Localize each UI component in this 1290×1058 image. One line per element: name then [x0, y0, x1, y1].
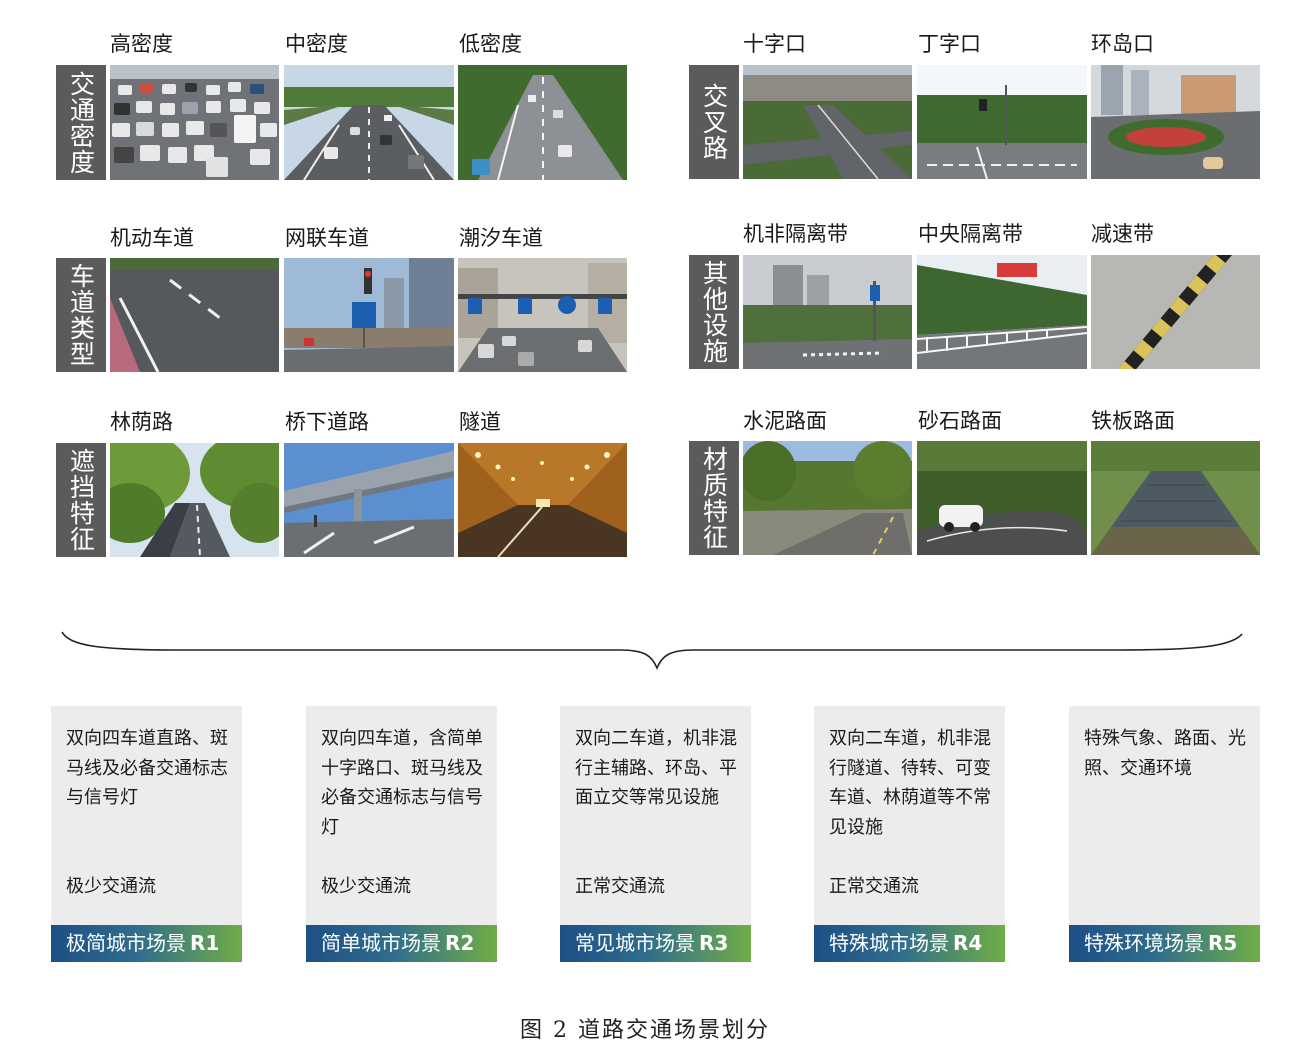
scenario-name: 特殊环境场景 [1084, 931, 1204, 955]
caption-concrete-surface: 水泥路面 [743, 409, 827, 433]
photo-tree-lined-road [110, 443, 279, 557]
scenario-name: 极简城市场景 [66, 931, 186, 955]
caption-motor-lane: 机动车道 [110, 226, 194, 250]
photo-concrete-surface [743, 441, 912, 555]
scenario-card-r4: 双向二车道，机非混行隧道、待转、可变车道、林荫道等不常见设施 正常交通流 特殊城… [814, 706, 1005, 962]
scenario-description: 双向四车道，含简单十字路口、斑马线及必备交通标志与信号灯 [321, 728, 483, 838]
photo-crossroad [743, 65, 912, 179]
group-label-density: 交通密度 [56, 65, 106, 180]
photo-tunnel [458, 443, 627, 557]
scenario-description: 特殊气象、路面、光照、交通环境 [1084, 728, 1246, 779]
photo-steel-plate-surface [1091, 441, 1260, 555]
caption-steel-plate-surface: 铁板路面 [1091, 409, 1175, 433]
photo-t-junction [917, 65, 1087, 179]
scenario-title-bar: 常见城市场景 R3 [560, 925, 751, 962]
grouping-brace [61, 631, 1243, 671]
caption-tunnel: 隧道 [459, 410, 501, 434]
photo-medium-density-traffic [284, 65, 454, 180]
group-label-occlusion: 遮挡特征 [56, 443, 106, 557]
caption-under-bridge-road: 桥下道路 [285, 410, 369, 434]
caption-roundabout: 环岛口 [1091, 32, 1154, 56]
photo-roundabout [1091, 65, 1260, 179]
scenario-card-r3: 双向二车道，机非混行主辅路、环岛、平面立交等常见设施 正常交通流 常见城市场景 R… [560, 706, 751, 962]
scenario-title-bar: 极简城市场景 R1 [51, 925, 242, 962]
scenario-code: R1 [190, 931, 220, 955]
photo-low-density-traffic [458, 65, 627, 180]
photo-tidal-lane [458, 258, 627, 372]
scenario-card-r5: 特殊气象、路面、光照、交通环境 特殊环境场景 R5 [1069, 706, 1260, 962]
scenario-traffic-flow: 极少交通流 [321, 876, 411, 897]
group-label-intersection: 交叉路 [689, 65, 739, 179]
scenario-traffic-flow: 极少交通流 [66, 876, 156, 897]
caption-motor-nonmotor-divider: 机非隔离带 [743, 222, 848, 246]
scenario-traffic-flow: 正常交通流 [829, 876, 919, 897]
caption-tidal-lane: 潮汐车道 [459, 226, 543, 250]
caption-gravel-surface: 砂石路面 [918, 409, 1002, 433]
caption-medium-density: 中密度 [285, 32, 348, 56]
photo-gravel-surface [917, 441, 1087, 555]
scenario-title-bar: 简单城市场景 R2 [306, 925, 497, 962]
scenario-title-bar: 特殊城市场景 R4 [814, 925, 1005, 962]
group-label-material: 材质特征 [689, 441, 739, 555]
photo-speed-bump [1091, 255, 1260, 369]
scenario-code: R3 [699, 931, 729, 955]
scenario-name: 简单城市场景 [321, 931, 441, 955]
photo-motor-nonmotor-divider [743, 255, 912, 369]
photo-motor-lane [110, 258, 279, 372]
scenario-description: 双向二车道，机非混行主辅路、环岛、平面立交等常见设施 [575, 728, 737, 808]
scenario-card-r1: 双向四车道直路、斑马线及必备交通标志与信号灯 极少交通流 极简城市场景 R1 [51, 706, 242, 962]
caption-speed-bump: 减速带 [1091, 222, 1154, 246]
scenario-code: R2 [445, 931, 475, 955]
group-label-lane-type: 车道类型 [56, 258, 106, 372]
scenario-traffic-flow: 正常交通流 [575, 876, 665, 897]
scenario-card-r2: 双向四车道，含简单十字路口、斑马线及必备交通标志与信号灯 极少交通流 简单城市场… [306, 706, 497, 962]
scenario-name: 特殊城市场景 [829, 931, 949, 955]
photo-under-bridge-road [284, 443, 454, 557]
caption-low-density: 低密度 [459, 32, 522, 56]
caption-high-density: 高密度 [110, 32, 173, 56]
scenario-name: 常见城市场景 [575, 931, 695, 955]
scenario-title-bar: 特殊环境场景 R5 [1069, 925, 1260, 962]
caption-connected-lane: 网联车道 [285, 226, 369, 250]
figure-caption: 图 2 道路交通场景划分 [520, 1018, 770, 1043]
scenario-code: R5 [1208, 931, 1238, 955]
photo-central-divider [917, 255, 1087, 369]
caption-t-junction: 丁字口 [918, 32, 981, 56]
scenario-description: 双向四车道直路、斑马线及必备交通标志与信号灯 [66, 728, 228, 808]
caption-crossroad: 十字口 [743, 32, 806, 56]
photo-connected-lane [284, 258, 454, 372]
group-label-other-facilities: 其他设施 [689, 255, 739, 369]
caption-tree-lined-road: 林荫路 [110, 410, 173, 434]
scenario-description: 双向二车道，机非混行隧道、待转、可变车道、林荫道等不常见设施 [829, 728, 991, 838]
photo-high-density-traffic [110, 65, 279, 180]
caption-central-divider: 中央隔离带 [918, 222, 1023, 246]
scenario-code: R4 [953, 931, 983, 955]
